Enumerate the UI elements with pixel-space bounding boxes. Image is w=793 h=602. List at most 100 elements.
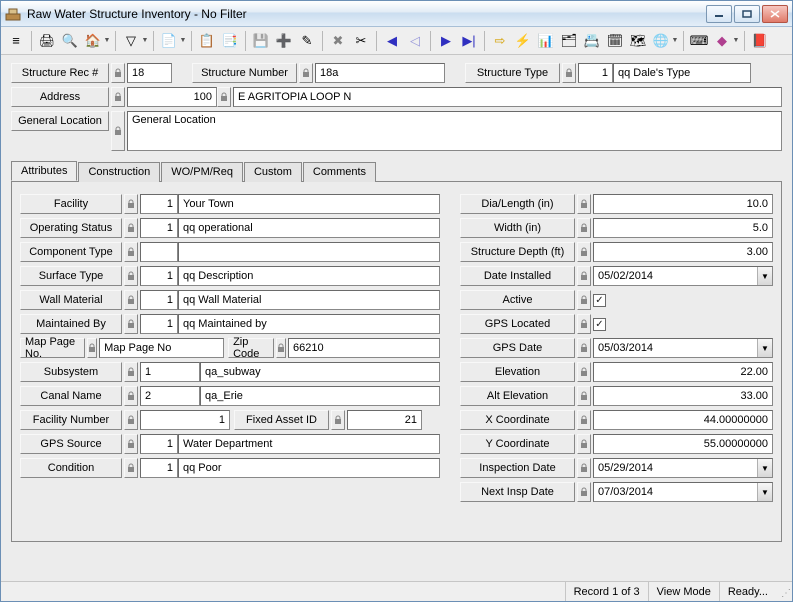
filter-icon[interactable]: ▽ (120, 30, 142, 52)
home-icon[interactable]: 🏠 (82, 30, 104, 52)
structure-type-code-field[interactable] (578, 63, 613, 83)
maint-by-code-field[interactable] (140, 314, 178, 334)
gps-src-name-field[interactable] (178, 434, 440, 454)
close-button[interactable] (762, 5, 788, 23)
chevron-down-icon[interactable]: ▼ (757, 267, 772, 285)
elevation-field[interactable] (593, 362, 773, 382)
operating-status-label: Operating Status (20, 218, 122, 238)
tab-panel-attributes: Facility Operating Status Component Type (11, 182, 782, 542)
zip-field[interactable] (288, 338, 440, 358)
canal-name-field[interactable] (200, 386, 440, 406)
comp-type-name-field[interactable] (178, 242, 440, 262)
alt-elevation-field[interactable] (593, 386, 773, 406)
wall-mat-code-field[interactable] (140, 290, 178, 310)
report-dropdown-icon[interactable]: ▼ (179, 30, 187, 52)
link2-icon[interactable]: 🗂 (558, 30, 580, 52)
general-location-field[interactable] (127, 111, 782, 151)
wall-mat-name-field[interactable] (178, 290, 440, 310)
next-icon[interactable]: ▶ (435, 30, 457, 52)
resize-grip[interactable]: ⋰ (776, 583, 792, 601)
address-street-field[interactable] (233, 87, 782, 107)
chevron-down-icon[interactable]: ▼ (757, 339, 772, 357)
facility-name-field[interactable] (178, 194, 440, 214)
first-icon[interactable]: ◀ (381, 30, 403, 52)
add-icon[interactable]: ➕ (273, 30, 295, 52)
structure-number-field[interactable] (315, 63, 445, 83)
gps-date-label: GPS Date (460, 338, 575, 358)
copy-page-icon[interactable]: 📋 (196, 30, 218, 52)
form-icon[interactable]: 📑 (219, 30, 241, 52)
dia-length-field[interactable] (593, 194, 773, 214)
comp-type-code-field[interactable] (140, 242, 178, 262)
exit-icon[interactable]: 📕 (749, 30, 771, 52)
surface-type-name-field[interactable] (178, 266, 440, 286)
op-status-name-field[interactable] (178, 218, 440, 238)
surface-type-code-field[interactable] (140, 266, 178, 286)
inspection-date-field[interactable]: 05/29/2014 ▼ (593, 458, 773, 478)
depth-field[interactable] (593, 242, 773, 262)
globe-icon[interactable]: 🌐 (650, 30, 672, 52)
cut-icon[interactable]: ✂ (350, 30, 372, 52)
prev-icon[interactable]: ◁ (404, 30, 426, 52)
globe-dropdown-icon[interactable]: ▼ (671, 30, 679, 52)
tab-attributes[interactable]: Attributes (11, 161, 77, 181)
minimize-button[interactable] (706, 5, 732, 23)
tab-comments[interactable]: Comments (303, 162, 376, 182)
report-icon[interactable]: 📄 (158, 30, 180, 52)
active-checkbox[interactable]: ✓ (593, 294, 606, 307)
save-icon[interactable]: 💾 (250, 30, 272, 52)
map-page-field[interactable] (99, 338, 224, 358)
chevron-down-icon[interactable]: ▼ (757, 483, 772, 501)
lock-icon (124, 410, 138, 430)
link4-icon[interactable]: 🗓 (604, 30, 626, 52)
gps-src-code-field[interactable] (140, 434, 178, 454)
lock-icon (111, 87, 125, 107)
y-coordinate-field[interactable] (593, 434, 773, 454)
op-status-code-field[interactable] (140, 218, 178, 238)
help-dropdown-icon[interactable]: ▼ (732, 30, 740, 52)
tools-icon[interactable]: ⚡ (512, 30, 534, 52)
structure-type-name-field[interactable] (613, 63, 751, 83)
fixed-asset-field[interactable] (347, 410, 422, 430)
lock-icon (577, 338, 591, 358)
help-icon[interactable]: ◆ (711, 30, 733, 52)
subsystem-code-field[interactable] (140, 362, 200, 382)
facility-num-field[interactable] (140, 410, 230, 430)
tab-custom[interactable]: Custom (244, 162, 302, 182)
chevron-down-icon[interactable]: ▼ (757, 459, 772, 477)
last-icon[interactable]: ▶| (458, 30, 480, 52)
keyboard-icon[interactable]: ⌨ (688, 30, 710, 52)
tab-construction[interactable]: Construction (78, 162, 160, 182)
x-coordinate-field[interactable] (593, 410, 773, 430)
structure-rec-field[interactable] (127, 63, 172, 83)
canal-code-field[interactable] (140, 386, 200, 406)
filter-dropdown-icon[interactable]: ▼ (141, 30, 149, 52)
maint-by-name-field[interactable] (178, 314, 440, 334)
menu-icon[interactable]: ≡ (5, 30, 27, 52)
address-num-field[interactable] (127, 87, 217, 107)
gps-date-field[interactable]: 05/03/2014 ▼ (593, 338, 773, 358)
link3-icon[interactable]: 📇 (581, 30, 603, 52)
edit-icon[interactable]: ✎ (296, 30, 318, 52)
facility-code-field[interactable] (140, 194, 178, 214)
home-dropdown-icon[interactable]: ▼ (103, 30, 111, 52)
facility-number-label: Facility Number (20, 410, 122, 430)
goto-icon[interactable]: ⇨ (489, 30, 511, 52)
next-insp-date-field[interactable]: 07/03/2014 ▼ (593, 482, 773, 502)
date-installed-field[interactable]: 05/02/2014 ▼ (593, 266, 773, 286)
map-icon[interactable]: 🗺 (627, 30, 649, 52)
condition-name-field[interactable] (178, 458, 440, 478)
width-field[interactable] (593, 218, 773, 238)
link1-icon[interactable]: 📊 (535, 30, 557, 52)
y-coordinate-label: Y Coordinate (460, 434, 575, 454)
delete-icon[interactable]: ✖ (327, 30, 349, 52)
gps-located-checkbox[interactable]: ✓ (593, 318, 606, 331)
subsystem-name-field[interactable] (200, 362, 440, 382)
condition-code-field[interactable] (140, 458, 178, 478)
print-icon[interactable]: 🖨 (36, 30, 58, 52)
gps-date-value: 05/03/2014 (598, 342, 653, 354)
tab-wopmreq[interactable]: WO/PM/Req (161, 162, 243, 182)
fixed-asset-label: Fixed Asset ID (234, 410, 329, 430)
maximize-button[interactable] (734, 5, 760, 23)
preview-icon[interactable]: 🔍 (59, 30, 81, 52)
